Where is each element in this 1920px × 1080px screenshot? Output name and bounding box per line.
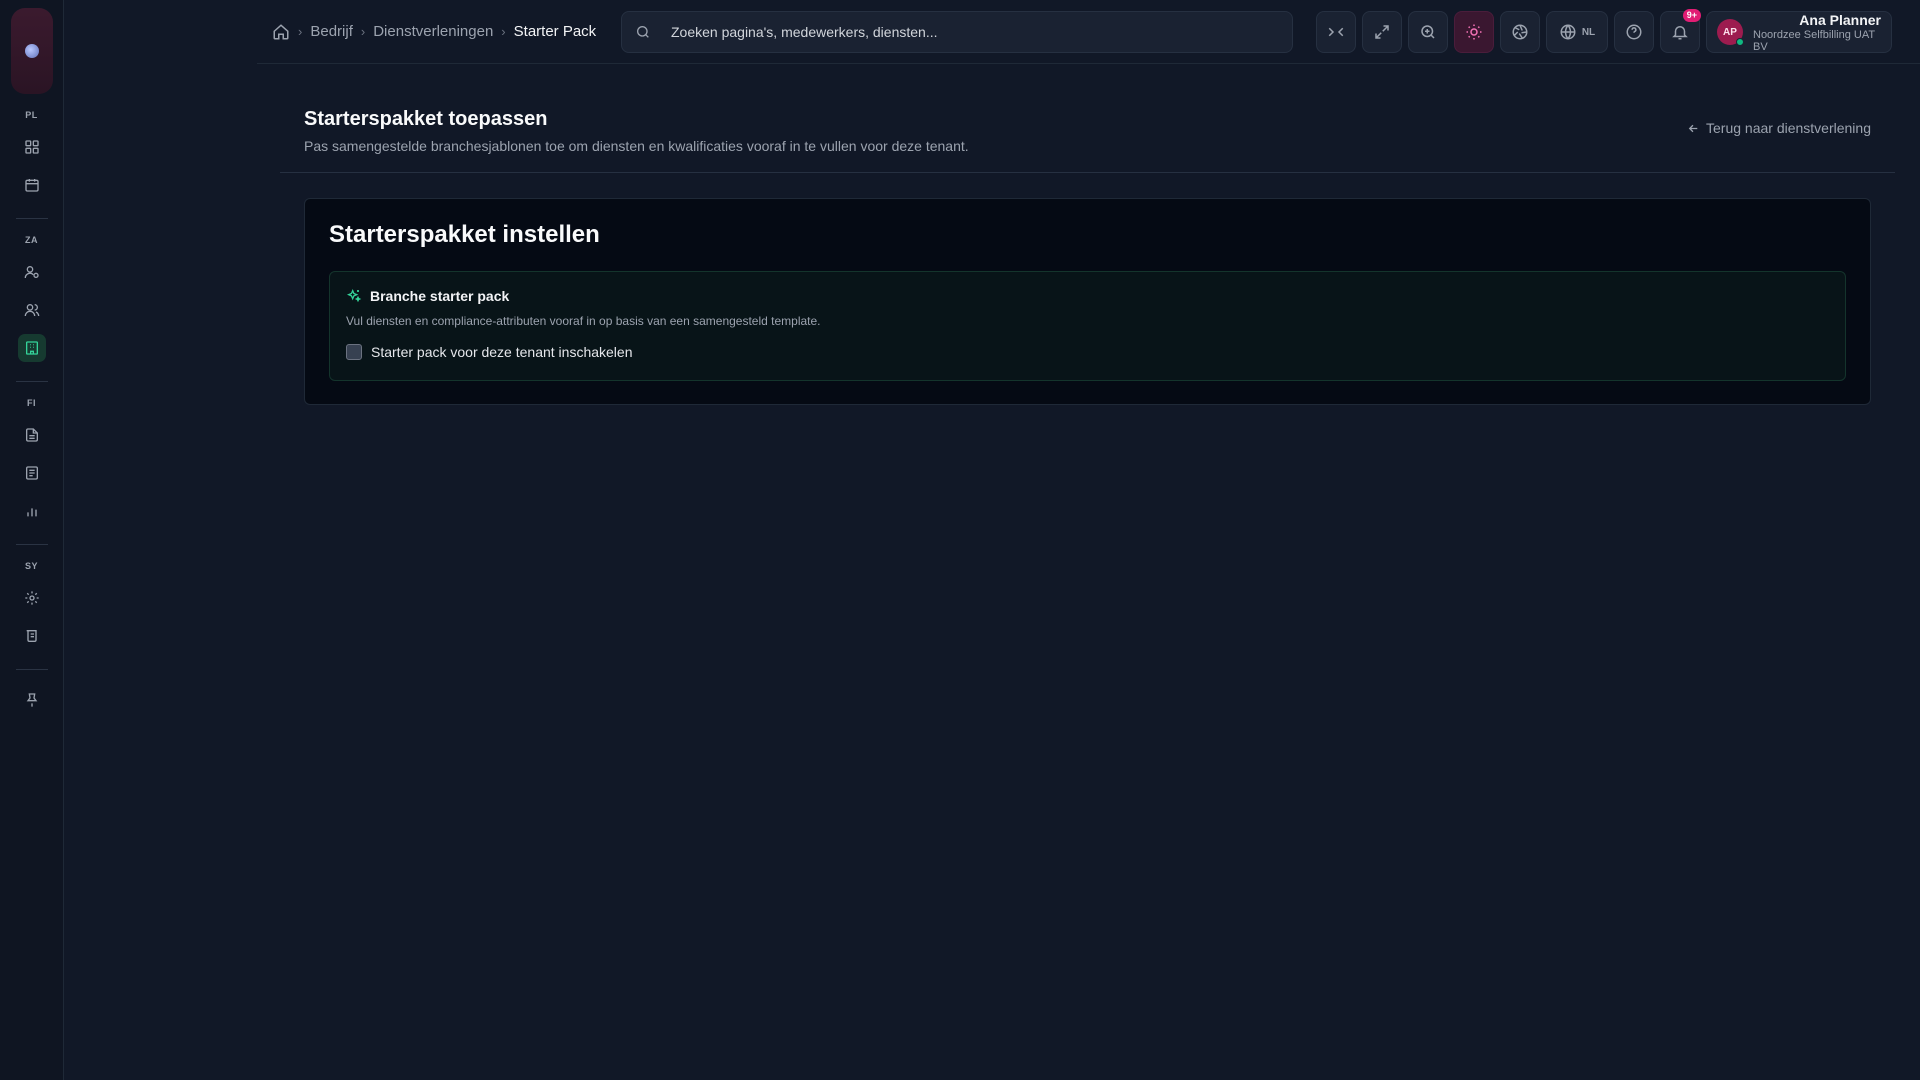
zoom-button[interactable] bbox=[1408, 11, 1448, 53]
chevron-right-icon: › bbox=[360, 24, 366, 39]
theme-toggle-button[interactable] bbox=[1454, 11, 1494, 53]
rail-group-label-pl: PL bbox=[25, 110, 38, 120]
aperture-icon bbox=[1512, 24, 1528, 40]
user-menu-button[interactable]: AP Ana Planner Noordzee Selfbilling UAT … bbox=[1706, 11, 1892, 53]
starter-pack-card: Starterspakket instellen Branche starter… bbox=[304, 198, 1871, 405]
home-icon[interactable] bbox=[272, 23, 290, 41]
fullscreen-button[interactable] bbox=[1362, 11, 1402, 53]
collapse-icon bbox=[1328, 27, 1344, 37]
app-root: PL ZA FI SY › Bedrijf › Dienstverleninge… bbox=[0, 0, 1920, 1080]
expand-icon bbox=[1375, 25, 1389, 39]
avatar: AP bbox=[1717, 19, 1744, 46]
language-code: NL bbox=[1581, 26, 1596, 38]
breadcrumb-bedrijf[interactable]: Bedrijf bbox=[310, 23, 353, 40]
rail-divider bbox=[15, 669, 48, 670]
checkbox-label[interactable]: Starter pack voor deze tenant inschakele… bbox=[371, 344, 633, 360]
user-info: Ana Planner Noordzee Selfbilling UAT BV bbox=[1753, 12, 1891, 53]
notifications-button[interactable]: 9+ bbox=[1660, 9, 1701, 53]
calendar-icon[interactable] bbox=[18, 171, 46, 199]
rail-divider bbox=[15, 218, 48, 219]
card-title: Starterspakket instellen bbox=[329, 221, 600, 248]
globe-icon bbox=[1560, 24, 1576, 40]
logo-icon bbox=[24, 44, 39, 58]
sun-icon bbox=[1466, 24, 1482, 40]
sparkles-icon bbox=[346, 288, 362, 304]
search-input[interactable] bbox=[671, 24, 1292, 40]
gear-icon[interactable] bbox=[18, 584, 46, 612]
section-header: Branche starter pack bbox=[346, 288, 509, 304]
starter-pack-section: Branche starter pack Vul diensten en com… bbox=[329, 271, 1846, 381]
app-logo[interactable] bbox=[10, 8, 53, 94]
section-description: Vul diensten en compliance-attributen vo… bbox=[346, 314, 821, 328]
user-org: Noordzee Selfbilling UAT BV bbox=[1753, 28, 1875, 53]
chevron-right-icon: › bbox=[298, 24, 303, 39]
rail-divider bbox=[15, 381, 48, 382]
scroll-icon[interactable] bbox=[18, 622, 46, 650]
notification-badge: 9+ bbox=[1682, 9, 1701, 22]
dashboard-icon[interactable] bbox=[18, 133, 46, 161]
rail-group-label-sy: SY bbox=[24, 561, 38, 571]
breadcrumb-current: Starter Pack bbox=[513, 23, 597, 40]
language-button[interactable]: NL bbox=[1546, 11, 1608, 53]
top-bar: › Bedrijf › Dienstverleningen › Starter … bbox=[257, 0, 1920, 64]
bell-icon bbox=[1672, 26, 1688, 40]
sidebar-rail: PL ZA FI SY bbox=[0, 0, 64, 1080]
help-button[interactable] bbox=[1614, 11, 1654, 53]
rail-divider bbox=[15, 544, 48, 545]
user-name: Ana Planner bbox=[1799, 11, 1881, 28]
users-icon[interactable] bbox=[18, 296, 46, 324]
bar-chart-icon[interactable] bbox=[18, 497, 46, 525]
collapse-button[interactable] bbox=[1316, 11, 1356, 53]
back-link[interactable]: Terug naar dienstverlening bbox=[1687, 120, 1871, 136]
document-icon[interactable] bbox=[18, 421, 46, 449]
search-icon bbox=[635, 24, 651, 40]
help-icon bbox=[1626, 24, 1642, 40]
page-subtitle: Pas samengestelde branchesjablonen toe o… bbox=[304, 138, 969, 154]
toolbar: NL 9+ AP Ana Planner Noordzee Selfbillin… bbox=[1316, 9, 1892, 53]
breadcrumb: › Bedrijf › Dienstverleningen › Starter … bbox=[272, 23, 596, 41]
rail-group-label-za: ZA bbox=[25, 235, 38, 245]
building-icon[interactable] bbox=[17, 334, 46, 362]
back-link-label: Terug naar dienstverlening bbox=[1706, 120, 1871, 136]
enable-starter-pack-checkbox[interactable] bbox=[346, 344, 362, 360]
enable-starter-pack-row[interactable]: Starter pack voor deze tenant inschakele… bbox=[346, 344, 633, 360]
section-title: Branche starter pack bbox=[370, 288, 510, 304]
user-settings-icon[interactable] bbox=[18, 258, 46, 286]
chevron-right-icon: › bbox=[501, 24, 506, 39]
aperture-button[interactable] bbox=[1500, 11, 1540, 53]
search-bar[interactable] bbox=[621, 11, 1293, 53]
page-header: Starterspakket toepassen Pas samengestel… bbox=[280, 64, 1895, 173]
rail-group-label-fi: FI bbox=[27, 398, 36, 408]
page-title: Starterspakket toepassen bbox=[304, 108, 548, 130]
pin-icon[interactable] bbox=[18, 686, 46, 714]
invoice-icon[interactable] bbox=[18, 459, 46, 487]
arrow-left-icon bbox=[1688, 124, 1698, 132]
zoom-in-icon bbox=[1421, 25, 1435, 39]
breadcrumb-dienstverleningen[interactable]: Dienstverleningen bbox=[373, 23, 493, 40]
